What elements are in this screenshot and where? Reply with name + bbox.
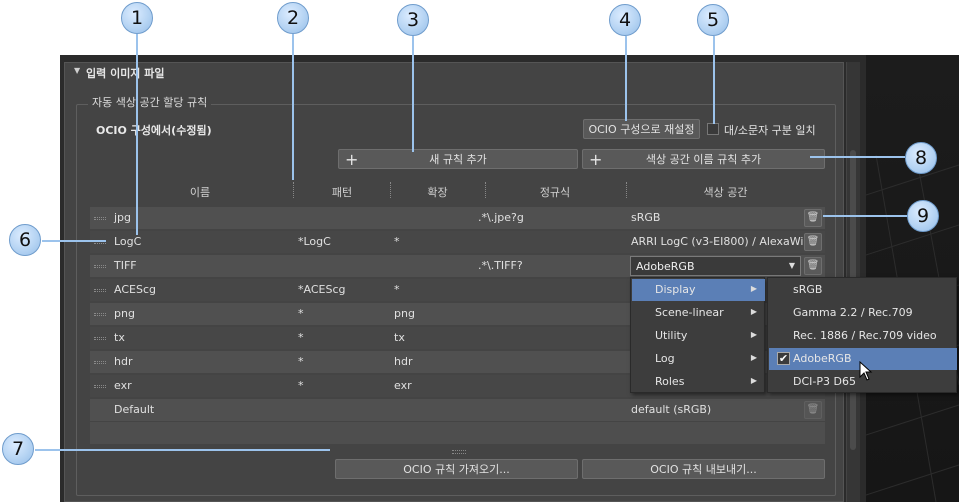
callout-1: 1 [121, 2, 153, 34]
callout-9: 9 [907, 200, 939, 232]
callout-8: 8 [905, 142, 937, 174]
callout-5: 5 [697, 4, 729, 36]
callout-leader-lines [35, 34, 907, 451]
callout-4: 4 [609, 4, 641, 36]
callout-7: 7 [2, 433, 34, 465]
callout-6: 6 [9, 224, 41, 256]
callout-3: 3 [397, 4, 429, 36]
callout-2: 2 [277, 2, 309, 34]
